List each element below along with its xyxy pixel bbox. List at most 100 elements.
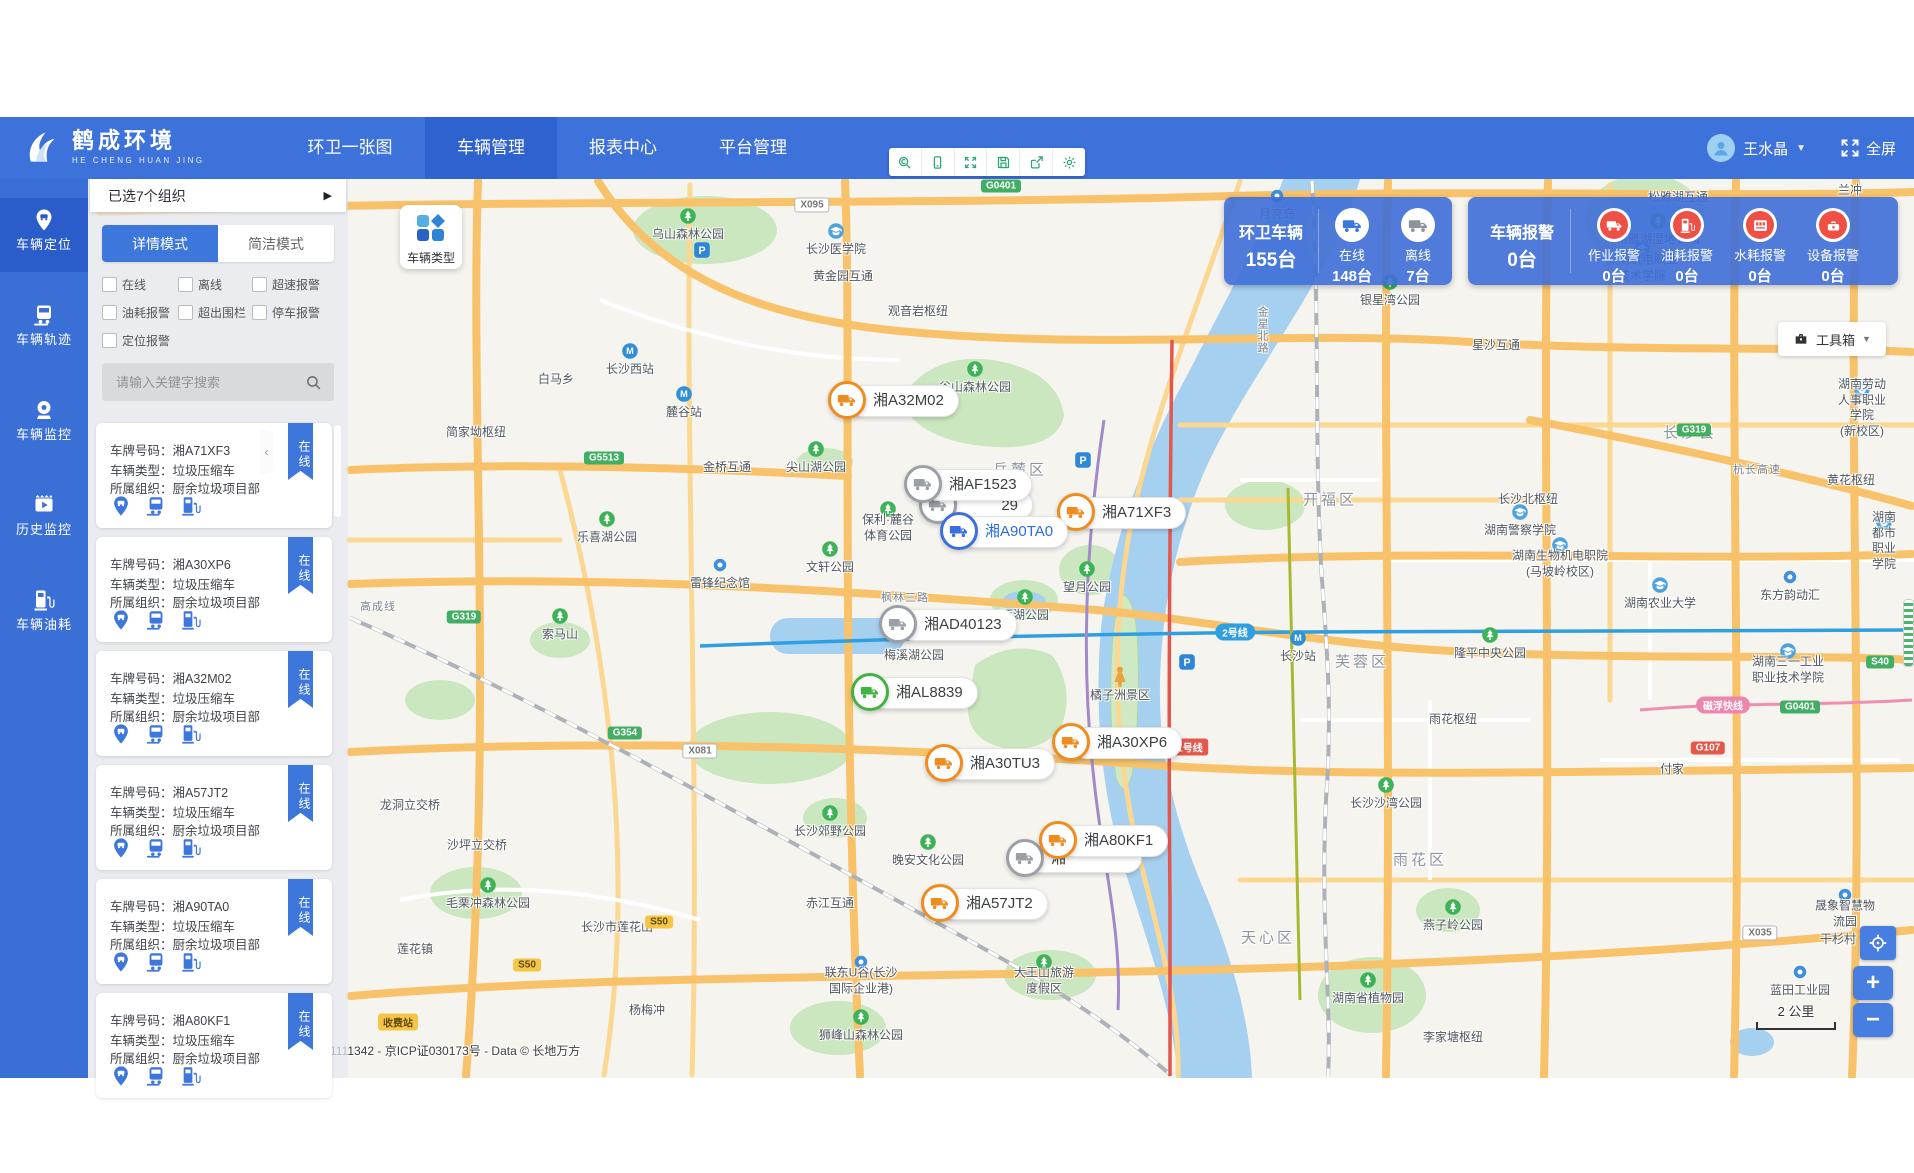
filter-label: 超速报警 [272,276,320,293]
brand-logo: 鹤成环境 HE CHENG HUAN JING [18,125,205,169]
history-icon [32,493,56,517]
truck-icon [1335,208,1369,242]
filter-checkbox-在线[interactable]: 在线 [102,276,178,293]
stat-count: 7台 [1383,265,1453,286]
vehicle-field: 车牌号码：湘A30XP6 [110,554,231,573]
checkbox-icon [102,277,117,292]
search-input[interactable] [114,374,305,391]
toolbox-button[interactable]: 工具箱 ▼ [1778,322,1886,356]
status-badge: 在线 [288,423,313,480]
bus-icon[interactable] [145,1065,167,1092]
mobile-view-icon[interactable] [922,148,955,176]
brand-subtitle: HE CHENG HUAN JING [72,156,205,165]
filter-label: 离线 [198,276,222,293]
locate-icon[interactable] [110,1065,132,1092]
expand-icon[interactable] [955,148,988,176]
vehicle-list: 车牌号码：湘A71XF3车辆类型：垃圾压缩车所属组织：厨余垃圾项目部在线车牌号码… [96,423,332,1107]
sidebar-item-车辆轨迹[interactable]: 车辆轨迹 [0,293,88,367]
stat-label: 离线 [1383,245,1453,264]
checkbox-icon [252,277,267,292]
locate-icon[interactable] [110,837,132,864]
fuel-icon[interactable] [180,837,202,864]
nav-item-平台管理[interactable]: 平台管理 [687,117,819,179]
vehicle-card[interactable]: 车牌号码：湘A57JT2车辆类型：垃圾压缩车所属组织：厨余垃圾项目部在线 [96,765,332,870]
vehicle-panel: 已选7个组织 ▶ 详情模式 简洁模式 在线 离线 超速报警油耗报警超出围栏 停车报警定… [88,179,348,1078]
fuel-icon[interactable] [180,609,202,636]
truck-icon [925,744,963,782]
export-icon[interactable] [1020,148,1053,176]
vehicle-card[interactable]: 车牌号码：湘A90TA0车辆类型：垃圾压缩车所属组织：厨余垃圾项目部在线 [96,879,332,984]
vehicle-card[interactable]: 车牌号码：湘A80KF1车辆类型：垃圾压缩车所属组织：厨余垃圾项目部在线 [96,993,332,1098]
alarm-stats-panel: 车辆报警 0台 作业报警0台油耗报警0台水耗报警0台设备报警0台 [1468,197,1898,285]
filter-label: 油耗报警 [122,304,170,321]
bus-icon[interactable] [145,495,167,522]
map[interactable]: 智造小镇乌山森林公园长沙医学院月亮岛黄金园互通观音岩枢纽银星湾公园金星北路松雅湖… [88,179,1914,1078]
fuel-icon[interactable] [180,723,202,750]
vehicle-card-actions [110,495,202,522]
vehicle-type-button[interactable]: 车辆类型 [400,205,462,269]
alarm-stat-作业报警: 作业报警0台 [1579,208,1649,286]
vehicle-type-icon [416,214,446,242]
zoom-out-button[interactable]: − [1853,1003,1893,1037]
save-icon[interactable] [987,148,1020,176]
avatar[interactable] [1707,134,1735,162]
locate-icon[interactable] [110,723,132,750]
stat-label: 设备报警 [1798,245,1868,264]
filter-checkbox-停车报警[interactable]: 停车报警 [252,304,334,321]
bus-icon[interactable] [145,723,167,750]
fleet-stats-panel: 环卫车辆 155台 在线148台离线7台 [1224,197,1452,285]
stat-count: 0台 [1798,265,1868,286]
filter-checkbox-定位报警[interactable]: 定位报警 [102,332,178,349]
nav-item-环卫一张图[interactable]: 环卫一张图 [284,117,416,179]
vehicle-card[interactable]: 车牌号码：湘A30XP6车辆类型：垃圾压缩车所属组织：厨余垃圾项目部在线 [96,537,332,642]
bus-icon[interactable] [145,837,167,864]
nav-item-车辆管理[interactable]: 车辆管理 [425,117,557,179]
search-icon[interactable] [305,374,322,391]
user-name[interactable]: 王水晶 [1743,138,1788,159]
fullscreen-button[interactable]: 全屏 [1840,138,1896,159]
expand-arrow-icon: ▶ [324,189,332,202]
brand-logo-icon [18,125,62,169]
sidebar-item-历史监控[interactable]: 历史监控 [0,483,88,557]
panel-collapse-handle[interactable]: ‹ [260,430,273,474]
filter-checkbox-超速报警[interactable]: 超速报警 [252,276,334,293]
stat-count: 148台 [1317,265,1387,286]
vehicle-field: 车辆类型：垃圾压缩车 [110,1030,235,1049]
sidebar-item-车辆定位[interactable]: 车辆定位 [0,198,88,272]
locate-icon[interactable] [110,609,132,636]
fuel-icon[interactable] [180,951,202,978]
brand-title: 鹤成环境 [72,130,205,152]
locate-button[interactable] [1860,926,1896,960]
bus-icon[interactable] [145,951,167,978]
zoom-search-icon[interactable] [889,148,922,176]
alarm-stat-水耗报警: 水耗报警0台 [1725,208,1795,286]
bus-icon[interactable] [145,609,167,636]
locate-icon[interactable] [110,495,132,522]
nav-item-报表中心[interactable]: 报表中心 [557,117,689,179]
zoom-in-button[interactable]: + [1853,966,1893,1000]
sidebar-item-label: 车辆轨迹 [0,329,88,348]
truck-icon [904,465,942,503]
settings-icon[interactable] [1053,148,1085,176]
map-scrollbar-thumb[interactable] [1903,599,1914,667]
status-badge: 在线 [288,993,313,1050]
toolbox-icon [1793,331,1809,347]
filter-label: 停车报警 [272,304,320,321]
filter-checkbox-超出围栏[interactable]: 超出围栏 [178,304,252,321]
truck-icon [828,381,866,419]
sidebar-item-车辆监控[interactable]: 车辆监控 [0,388,88,462]
org-selector[interactable]: 已选7个组织 ▶ [90,179,346,212]
tab-simple-mode[interactable]: 简洁模式 [218,225,334,262]
filter-checkbox-离线[interactable]: 离线 [178,276,252,293]
stat-count: 0台 [1725,265,1795,286]
sidebar-item-车辆油耗[interactable]: 车辆油耗 [0,578,88,652]
fuel-icon[interactable] [180,1065,202,1092]
vehicle-card[interactable]: 车牌号码：湘A32M02车辆类型：垃圾压缩车所属组织：厨余垃圾项目部在线 [96,651,332,756]
locate-icon[interactable] [110,951,132,978]
vehicle-card[interactable]: 车牌号码：湘A71XF3车辆类型：垃圾压缩车所属组织：厨余垃圾项目部在线 [96,423,332,528]
fuel-icon[interactable] [180,495,202,522]
filter-checkbox-油耗报警[interactable]: 油耗报警 [102,304,178,321]
list-scrollbar-thumb[interactable] [334,425,341,517]
chevron-down-icon[interactable]: ▼ [1796,143,1806,154]
tab-detail-mode[interactable]: 详情模式 [102,225,218,262]
